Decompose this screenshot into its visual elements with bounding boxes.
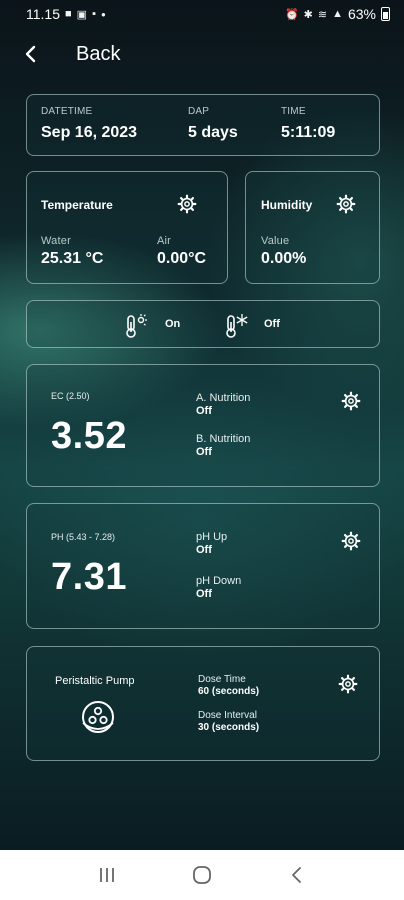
dap-label: DAP (188, 106, 210, 117)
system-nav-bar (0, 850, 404, 900)
thermometer-sun-icon[interactable] (125, 313, 147, 339)
status-time: 11.15 (26, 6, 60, 22)
datetime-value: Sep 16, 2023 (41, 124, 138, 141)
b-nutrition-label: B. Nutrition (196, 433, 251, 445)
shopping-icon: ▪ (92, 8, 96, 20)
water-label: Water (41, 235, 71, 247)
water-value: 25.31 °C (41, 250, 104, 267)
temperature-card: Temperature Water 25.31 °C Air 0.00°C (26, 171, 228, 284)
ph-up-label: pH Up (196, 531, 228, 543)
heater-state: On (165, 318, 181, 330)
gear-icon[interactable] (338, 674, 358, 694)
gear-icon[interactable] (341, 391, 361, 411)
back-button[interactable] (18, 41, 44, 67)
ph-card: PH (5.43 - 7.28) 7.31 pH Up Off pH Down … (26, 503, 380, 629)
ec-range-label: EC (2.50) (51, 391, 90, 401)
air-value: 0.00°C (157, 250, 207, 267)
datetime-card: DATETIME Sep 16, 2023 DAP 5 days TIME 5:… (26, 94, 380, 156)
air-label: Air (157, 235, 172, 247)
status-bar: 11.15 ■ ▣ ▪ ● ⏰ ✱ ≋ ▲ 63% (0, 0, 404, 28)
battery-percent: 63% (347, 6, 376, 22)
dose-time-label: Dose Time (198, 674, 246, 685)
bluetooth-icon: ✱ (303, 8, 313, 21)
a-nutrition-state[interactable]: Off (196, 405, 250, 417)
gear-icon[interactable] (336, 194, 356, 214)
home-icon (193, 866, 211, 884)
temperature-title: Temperature (41, 198, 113, 212)
ph-down-state[interactable]: Off (196, 588, 241, 600)
dose-interval-label: Dose Interval (198, 710, 257, 721)
peristaltic-pump-icon (82, 701, 114, 733)
pump-title: Peristaltic Pump (55, 675, 135, 687)
humidity-card: Humidity Value 0.00% (245, 171, 380, 284)
dose-interval-value: 30 (seconds) (198, 722, 260, 733)
status-left: 11.15 ■ ▣ ▪ ● (26, 6, 106, 22)
ph-value: 7.31 (51, 556, 127, 598)
time-label: TIME (281, 106, 306, 117)
ph-down-label: pH Down (196, 575, 242, 587)
alarm-icon: ⏰ (284, 8, 299, 21)
thermometer-snow-icon[interactable] (225, 313, 249, 339)
b-nutrition-state[interactable]: Off (196, 446, 250, 458)
a-nutrition-label: A. Nutrition (196, 392, 251, 404)
dose-time-value: 60 (seconds) (198, 686, 260, 697)
humidity-title: Humidity (261, 198, 313, 212)
dot-icon: ● (100, 9, 106, 19)
home-button[interactable] (187, 860, 217, 890)
recents-icon (100, 868, 115, 882)
dap-value: 5 days (188, 124, 238, 141)
humidity-value: 0.00% (261, 250, 307, 267)
ec-value: 3.52 (51, 415, 127, 457)
system-back-button[interactable] (282, 860, 312, 890)
cooler-state: Off (264, 318, 280, 330)
chevron-left-icon (291, 867, 301, 883)
status-right: ⏰ ✱ ≋ ▲ 63% (285, 6, 390, 22)
gear-icon[interactable] (341, 531, 361, 551)
time-value: 5:11:09 (281, 124, 336, 141)
datetime-label: DATETIME (41, 106, 93, 117)
ph-range-label: PH (5.43 - 7.28) (51, 532, 116, 542)
arrow-left-icon (25, 45, 36, 63)
signal-icon: ▲ (332, 8, 343, 20)
wifi-icon: ≋ (317, 8, 328, 21)
humidity-value-label: Value (261, 235, 290, 247)
heater-cooler-card: On Off (26, 300, 380, 348)
pump-card: Peristaltic Pump Dose Time 60 (seconds) … (26, 646, 380, 761)
recents-button[interactable] (92, 860, 122, 890)
ec-card: EC (2.50) 3.52 A. Nutrition Off B. Nutri… (26, 364, 380, 487)
gear-icon[interactable] (177, 194, 197, 214)
battery-icon (381, 7, 390, 21)
ph-up-state[interactable]: Off (196, 544, 227, 556)
notification-icon: ■ (65, 8, 72, 20)
top-bar: Back (18, 36, 120, 72)
back-label[interactable]: Back (76, 43, 120, 66)
gallery-icon: ▣ (76, 8, 88, 21)
